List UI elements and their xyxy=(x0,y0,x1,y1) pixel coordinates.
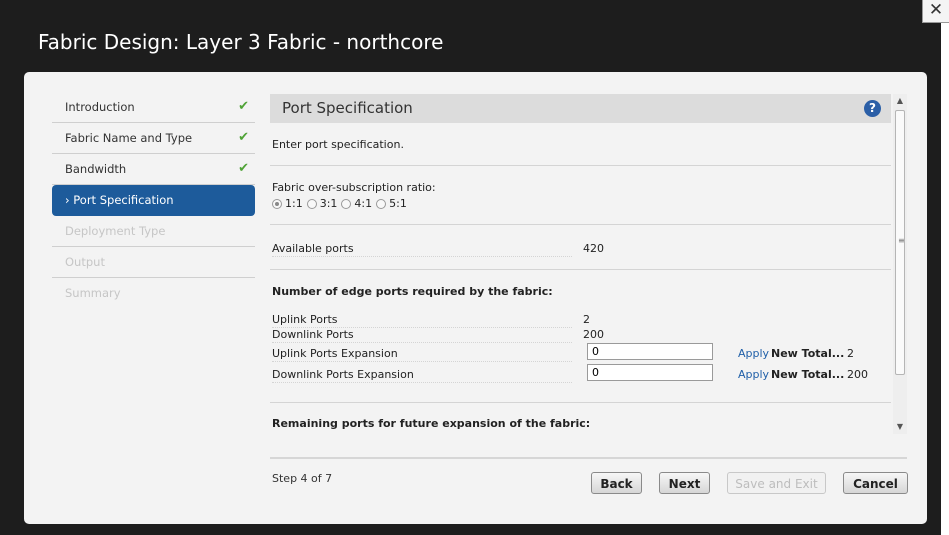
ratio-radio-4-1[interactable] xyxy=(341,198,352,209)
chevron-right-icon: › xyxy=(65,193,70,207)
downlink-ports-row: Downlink Ports 200 xyxy=(272,327,872,343)
uplink-ports-value: 2 xyxy=(583,313,590,326)
ratio-section: Fabric over-subscription ratio: 1:1 3:1 … xyxy=(270,166,891,225)
remaining-ports-section: Remaining ports for future expansion of … xyxy=(270,403,891,434)
ratio-radio-1-1[interactable] xyxy=(272,198,282,209)
uplink-expansion-input[interactable] xyxy=(587,343,713,360)
intro-section: Enter port specification. xyxy=(270,123,891,166)
uplink-apply-link[interactable]: Apply xyxy=(738,346,769,361)
step-fabric-name-and-type[interactable]: Fabric Name and Type ✔ xyxy=(52,123,255,154)
downlink-new-total-label: New Total... xyxy=(771,368,845,381)
scroll-down-arrow-icon[interactable]: ▼ xyxy=(893,420,907,434)
downlink-new-total-value: 200 xyxy=(847,368,868,381)
wizard-dialog: Introduction ✔ Fabric Name and Type ✔ Ba… xyxy=(24,72,927,524)
footer-divider xyxy=(270,457,907,459)
checkmark-icon: ✔ xyxy=(238,161,249,176)
checkmark-icon: ✔ xyxy=(238,99,249,114)
remaining-ports-heading: Remaining ports for future expansion of … xyxy=(272,417,591,430)
ratio-option-label: 5:1 xyxy=(389,197,407,210)
ratio-radio-5-1[interactable] xyxy=(376,198,387,209)
intro-text: Enter port specification. xyxy=(272,138,404,151)
downlink-expansion-label: Downlink Ports Expansion xyxy=(272,367,572,383)
downlink-ports-value: 200 xyxy=(583,328,604,341)
ratio-radio-3-1[interactable] xyxy=(306,198,317,209)
uplink-ports-row: Uplink Ports 2 xyxy=(272,312,872,328)
uplink-ports-label: Uplink Ports xyxy=(272,312,572,328)
uplink-new-total-label: New Total... xyxy=(771,347,845,360)
panel-header: Port Specification ? xyxy=(270,94,891,123)
ratio-option-label: 1:1 xyxy=(285,197,303,210)
downlink-ports-label: Downlink Ports xyxy=(272,327,572,343)
ratio-label: Fabric over-subscription ratio: xyxy=(272,181,436,194)
step-label: Introduction xyxy=(65,100,135,114)
step-port-specification[interactable]: › Port Specification xyxy=(52,185,255,216)
downlink-apply-link[interactable]: Apply xyxy=(738,367,769,382)
scroll-up-arrow-icon[interactable]: ▲ xyxy=(893,94,907,108)
step-label: Fabric Name and Type xyxy=(65,131,193,145)
uplink-expansion-label: Uplink Ports Expansion xyxy=(272,346,572,362)
checkmark-icon: ✔ xyxy=(238,130,249,145)
ratio-option-label: 3:1 xyxy=(319,197,338,210)
panel-scrollbar[interactable]: ▲ ≡ ▼ xyxy=(893,94,907,434)
available-ports-row: Available ports 420 xyxy=(272,241,872,257)
grip-icon: ≡ xyxy=(898,236,905,245)
downlink-expansion-row: Downlink Ports Expansion Apply New Total… xyxy=(272,364,887,383)
dialog-title: Fabric Design: Layer 3 Fabric - northcor… xyxy=(38,30,444,54)
help-icon[interactable]: ? xyxy=(864,100,881,117)
step-label: Summary xyxy=(65,286,121,300)
step-deployment-type: Deployment Type xyxy=(52,216,255,247)
uplink-expansion-row: Uplink Ports Expansion Apply New Total..… xyxy=(272,343,887,362)
step-label: Port Specification xyxy=(73,193,174,207)
available-ports-value: 420 xyxy=(583,242,604,255)
uplink-new-total-value: 2 xyxy=(847,347,854,360)
downlink-expansion-input[interactable] xyxy=(587,364,713,381)
close-icon[interactable]: ✕ xyxy=(922,0,949,23)
port-specification-panel: Port Specification ? Enter port specific… xyxy=(270,94,891,434)
step-label: Deployment Type xyxy=(65,224,166,238)
step-summary: Summary xyxy=(52,278,255,309)
step-bandwidth[interactable]: Bandwidth ✔ xyxy=(52,154,255,185)
step-indicator: Step 4 of 7 xyxy=(272,472,333,485)
available-ports-label: Available ports xyxy=(272,241,572,257)
modal-backdrop: Fabric Design: Layer 3 Fabric - northcor… xyxy=(0,0,941,535)
step-output: Output xyxy=(52,247,255,278)
next-button[interactable]: Next xyxy=(659,472,710,494)
scrollbar-thumb[interactable]: ≡ xyxy=(895,110,905,375)
step-introduction[interactable]: Introduction ✔ xyxy=(52,92,255,123)
step-label: Bandwidth xyxy=(65,162,127,176)
edge-ports-section: Number of edge ports required by the fab… xyxy=(270,270,891,403)
step-label: Output xyxy=(65,255,105,269)
panel-title: Port Specification xyxy=(282,99,413,117)
ratio-option-label: 4:1 xyxy=(354,197,373,210)
available-ports-section: Available ports 420 xyxy=(270,225,891,270)
ratio-radio-group: 1:1 3:1 4:1 5:1 xyxy=(272,197,407,210)
edge-ports-heading: Number of edge ports required by the fab… xyxy=(272,285,553,298)
cancel-button[interactable]: Cancel xyxy=(843,472,908,494)
wizard-steps-sidebar: Introduction ✔ Fabric Name and Type ✔ Ba… xyxy=(52,92,255,309)
back-button[interactable]: Back xyxy=(591,472,642,494)
save-and-exit-button: Save and Exit xyxy=(727,472,826,494)
